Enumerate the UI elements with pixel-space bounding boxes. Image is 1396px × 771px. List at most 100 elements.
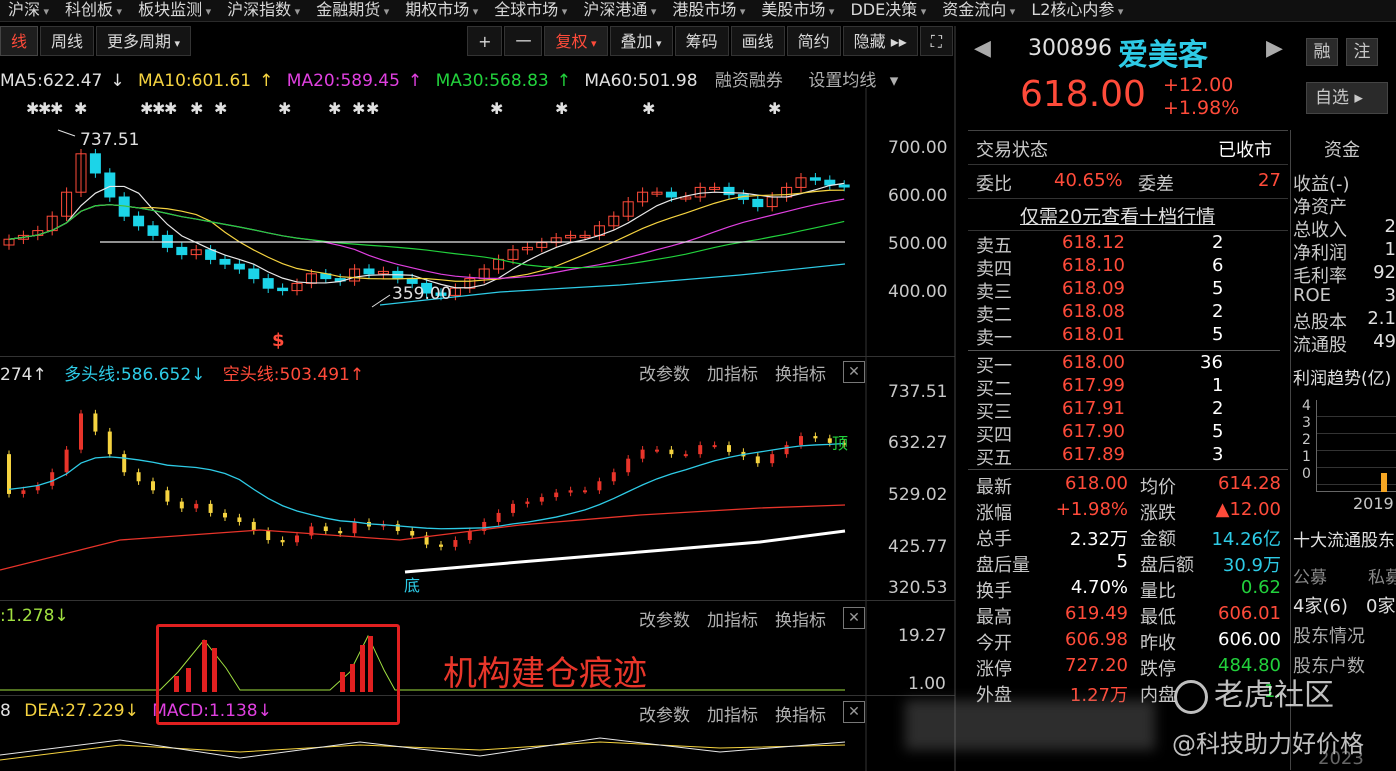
edit-params-button[interactable]: 改参数 [639, 360, 690, 385]
watchlist-label: 自选 [1315, 88, 1349, 108]
swap-indicator-button[interactable]: 换指标 [775, 360, 826, 385]
indicator-axis-label: 632.27 [888, 433, 948, 453]
finance-item-value: 92 [1373, 262, 1396, 283]
ma5-line [8, 182, 845, 289]
ask-price[interactable]: 618.01 [1062, 324, 1125, 345]
holder-status-label[interactable]: 股东情况 [1293, 622, 1365, 648]
high-price-label: 737.51 [80, 130, 140, 150]
bottom-marker: 底 [404, 576, 421, 595]
finance-item-label: 流通股 [1293, 335, 1347, 356]
dea-label: DEA:27.229 [24, 701, 125, 721]
bid-price[interactable]: 617.90 [1062, 421, 1125, 442]
indicator-bar [539, 497, 544, 502]
swap-indicator-button[interactable]: 换指标 [775, 701, 826, 726]
quote-value: 606.98 [1065, 629, 1128, 650]
bid-price[interactable]: 617.89 [1062, 444, 1125, 465]
signal-star: ✱ [490, 99, 503, 118]
add-watchlist-button[interactable]: 自选 ▸ [1306, 82, 1388, 114]
edit-params-button[interactable]: 改参数 [639, 701, 690, 726]
holders-title[interactable]: 十大流通股东 [1293, 526, 1395, 551]
indicator-bar [770, 454, 775, 464]
indicator-bar [179, 501, 184, 509]
ask-volume: 5 [1212, 278, 1224, 299]
quote-value: 614.28 [1218, 473, 1281, 494]
indicator-bar [323, 526, 328, 531]
quote-value: 619.49 [1065, 603, 1128, 624]
long-line-value: 多头线:586.652↓ [64, 365, 206, 385]
signal-star: ✱ [366, 99, 379, 118]
candle-body [233, 263, 245, 270]
indicator-bar [266, 530, 271, 541]
dea-value: DEA:27.229↓ [24, 701, 139, 721]
level2-promo-link[interactable]: 仅需20元查看十档行情 [1020, 202, 1215, 229]
bid-volume: 2 [1212, 398, 1224, 419]
indicator-bar [50, 472, 55, 486]
finance-item-value: 49 [1373, 331, 1396, 352]
indicator-bar [611, 472, 616, 482]
indicator3-axis-label: 19.27 [898, 626, 947, 646]
candle-body [665, 191, 677, 198]
ask-price[interactable]: 618.10 [1062, 255, 1125, 276]
bid-price[interactable]: 617.91 [1062, 398, 1125, 419]
prev-stock-icon[interactable]: ◀ [974, 36, 991, 61]
trend-tick: 2 [1302, 432, 1311, 448]
note-button[interactable]: 注 [1346, 38, 1378, 66]
quote-value: ▲12.00 [1215, 499, 1281, 520]
close-icon[interactable]: ✕ [843, 361, 865, 383]
indicator-bar [698, 445, 703, 455]
add-indicator-button[interactable]: 加指标 [707, 606, 758, 631]
ma30-line [8, 204, 845, 269]
annotation-box [156, 624, 400, 725]
quote-value: 30.9万 [1222, 555, 1281, 576]
trend-year: 2019 [1353, 494, 1394, 513]
swap-indicator-button[interactable]: 换指标 [775, 606, 826, 631]
long-line-label: 多头线:586.652 [64, 365, 192, 385]
signal-star: ✱ [642, 99, 655, 118]
indicator-bar [136, 472, 141, 482]
ask-price[interactable]: 618.08 [1062, 301, 1125, 322]
quote-label: 盘后量 [976, 555, 1030, 576]
price-axis-600: 600.00 [888, 186, 948, 206]
long-line [8, 442, 845, 530]
quote-label: 总手 [976, 529, 1012, 550]
candle-body [809, 177, 821, 181]
add-indicator-button[interactable]: 加指标 [707, 360, 758, 385]
divider [968, 198, 1288, 199]
indicator-bar [727, 445, 731, 452]
finance-item-value: 1 [1384, 239, 1396, 260]
fund-tab[interactable]: 资金 [1324, 136, 1360, 162]
indicator-bar [352, 521, 357, 534]
candle-body [277, 287, 289, 292]
indicator-bar [453, 540, 458, 547]
quote-value: 0.62 [1240, 577, 1281, 598]
divider [968, 164, 1288, 165]
bid-price[interactable]: 618.00 [1062, 352, 1125, 373]
indicator-bar [237, 517, 242, 522]
close-icon[interactable]: ✕ [843, 701, 865, 723]
quote-value: 14.26亿 [1211, 529, 1281, 550]
nav-item[interactable]: L2核心内参 [1023, 0, 1131, 21]
indicator-bar [194, 503, 199, 509]
finance-item-value: 2 [1384, 216, 1396, 237]
low-price-label: 359.00 [392, 284, 452, 304]
edit-params-button[interactable]: 改参数 [639, 606, 690, 631]
quote-value: 606.01 [1218, 603, 1281, 624]
indicator-bar [511, 503, 515, 513]
candle-body [89, 153, 101, 174]
ask-price[interactable]: 618.09 [1062, 278, 1125, 299]
bid-price[interactable]: 617.99 [1062, 375, 1125, 396]
margin-badge-button[interactable]: 融 [1306, 38, 1338, 66]
annotation-text: 机构建仓痕迹 [443, 654, 647, 694]
add-indicator-button[interactable]: 加指标 [707, 701, 758, 726]
signal-star: ✱ [555, 99, 568, 118]
next-stock-icon[interactable]: ▶ [1266, 36, 1283, 61]
quote-label: 涨停 [976, 659, 1012, 680]
ask-price[interactable]: 618.12 [1062, 232, 1125, 253]
quote-label: 盘后额 [1140, 555, 1194, 576]
macd-prefix: 8 [0, 701, 11, 721]
close-icon[interactable]: ✕ [843, 607, 865, 629]
quote-label: 换手 [976, 581, 1012, 602]
candle-body [723, 186, 735, 196]
price-axis-700: 700.00 [888, 138, 948, 158]
quote-label: 最新 [976, 477, 1012, 498]
